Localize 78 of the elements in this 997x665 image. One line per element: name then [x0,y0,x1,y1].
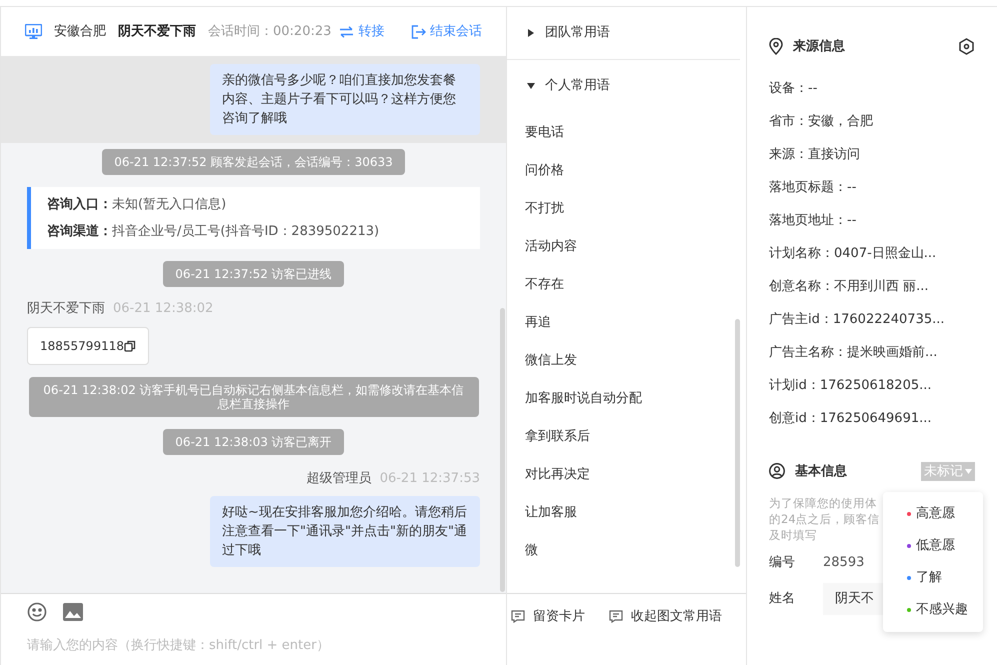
source-field: 计划名称：0407-日照金山... [769,238,975,270]
monitor-icon [25,24,42,39]
notice-text: 及时填写 [769,527,817,543]
message-input[interactable]: 请输入您的内容（换行快捷键：shift/ctrl + enter） [27,636,480,656]
system-notice: 06-21 12:38:02 访客手机号已自动标记右侧基本信息栏，如需修改请在基本信息栏直接操作 [28,376,478,416]
message-bubble: 亲的微信号多少呢？咱们直接加您发套餐内容、主题片子看下可以吗？这样方便您咨询了解哦 [210,64,480,135]
system-notice: 06-21 12:37:52 顾客发起会话，会话编号：30633 [102,149,405,175]
settings-icon[interactable] [958,38,975,56]
caret-icon [527,29,535,37]
phrase-group-toggle[interactable]: 个人常用语 [507,60,630,112]
section-title: 来源信息 [793,38,845,56]
tag-label: 低意愿 [916,537,955,556]
message-time: 06-21 12:37:53 [380,470,480,488]
action-button[interactable]: 留资卡片 [511,607,585,626]
tag-option[interactable]: 高意愿 [883,498,983,530]
caret-icon [965,468,972,474]
info-label: 咨询渠道： [47,222,112,240]
tag-option[interactable]: 了解 [883,562,983,594]
phone-number: 18855799118 [40,338,124,354]
source-field: 省市：安徽，合肥 [769,106,975,138]
system-notice: 06-21 12:37:52 访客已进线 [163,261,344,287]
field-value: 28593 [823,554,864,572]
phrase-item[interactable]: 拿到联系后 [507,418,746,456]
phrase-item[interactable]: 微 [507,532,746,570]
phrase-item[interactable]: 加客服时说自动分配 [507,380,746,418]
phrase-item[interactable]: 活动内容 [507,228,746,266]
sender-name: 超级管理员 [306,470,372,488]
user-icon [769,463,785,480]
source-field: 计划id：176250618205... [769,370,975,402]
system-notice: 06-21 12:38:03 访客已离开 [163,428,344,454]
source-field: 创意id：176250649691... [769,402,975,436]
source-field: 创意名称：不用到川西 丽... [769,270,975,304]
source-field: 广告主名称：提米映画婚前... [769,336,975,370]
scrollbar[interactable] [500,308,505,592]
message-time: 06-21 12:38:02 [113,300,214,318]
location-pin-icon [769,38,783,56]
phrase-item[interactable]: 对比再决定 [507,456,746,494]
caret-icon [527,82,535,90]
phrase-item[interactable]: 让加客服 [507,494,746,532]
notice-text: 为了保障您的使用体 [769,495,877,511]
phrase-item[interactable]: 微信上发 [507,342,746,380]
tag-option[interactable]: 不感兴趣 [883,594,983,626]
phrase-item[interactable]: 不打扰 [507,190,746,228]
tag-label: 高意愿 [916,505,955,524]
phrase-group-toggle[interactable]: 团队常用语 [507,7,630,59]
message-bubble: 好哒~现在安排客服加您介绍哈。请您稍后注意查看一下"通讯录"并点击"新的朋友"通过下哦 [210,496,480,567]
source-field: 来源：直接访问 [769,138,975,172]
image-icon[interactable] [63,603,83,621]
session-duration: 会话时间：00:20:23 [208,22,332,41]
emoji-icon[interactable] [27,602,47,622]
phrase-item[interactable]: 不存在 [507,266,746,304]
sender-name: 阴天不爱下雨 [27,300,105,318]
tag-label: 了解 [916,569,942,588]
tag-option[interactable]: 低意愿 [883,530,983,562]
field-label: 姓名 [769,590,796,608]
phrase-item[interactable]: 要电话 [507,114,746,152]
info-value: 未知(暂无入口信息) [112,196,226,214]
action-button[interactable]: 收起图文常用语 [609,607,722,626]
phrase-item[interactable]: 问价格 [507,152,746,190]
tag-label: 不感兴趣 [916,601,968,620]
visitor-location: 安徽合肥 [54,22,106,41]
source-field: 落地页地址：-- [769,204,975,238]
info-label: 咨询入口： [47,196,112,214]
message-icon [511,610,525,624]
section-title: 基本信息 [795,462,847,480]
field-label: 编号 [769,554,796,572]
visitor-name: 阴天不爱下雨 [118,22,196,41]
message-icon [609,610,623,624]
source-field: 落地页标题：-- [769,172,975,204]
source-field: 设备：-- [769,72,975,106]
phrase-item[interactable]: 再追 [507,304,746,342]
exit-icon [411,24,426,38]
scrollbar[interactable] [735,319,740,567]
copy-icon[interactable] [124,340,136,352]
swap-icon [339,26,354,38]
info-value: 抖音企业号/员工号(抖音号ID：2839502213) [112,222,380,240]
notice-text: 的24点之后，顾客信 [769,511,880,527]
source-field: 广告主id：176022240735... [769,304,975,336]
